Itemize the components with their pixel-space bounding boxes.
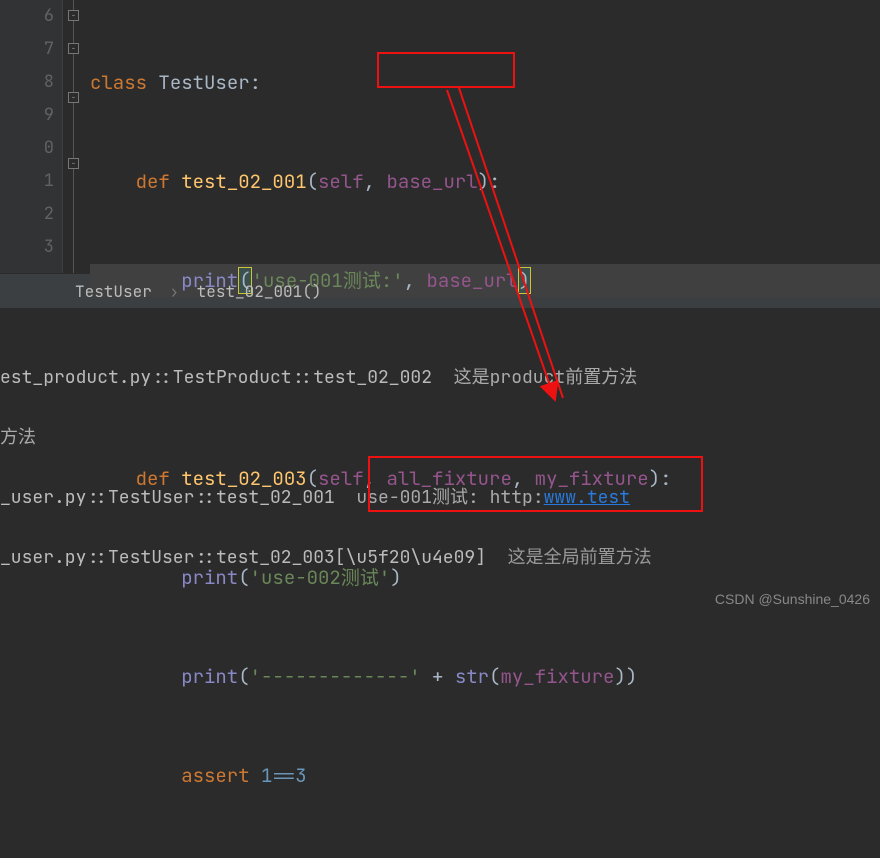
console-text: _user.py::TestUser::test_02_003[\u5f20\u… xyxy=(0,546,486,569)
fold-handle-icon[interactable]: - xyxy=(68,43,79,54)
fold-handle-icon[interactable]: - xyxy=(68,92,79,103)
breadcrumb-item[interactable]: test_02_001() xyxy=(197,281,322,302)
fold-handle-icon[interactable]: - xyxy=(68,158,79,169)
console-text: est_product.py::TestProduct::test_02_002 xyxy=(0,366,432,389)
console-text: 这是全局前置方法 xyxy=(486,546,652,569)
console-text: _user.py::TestUser::test_02_001 xyxy=(0,486,335,509)
fold-handle-icon[interactable]: - xyxy=(68,10,79,21)
line-number-gutter: 6 7 8 9 0 1 2 3 xyxy=(0,0,62,273)
line-number: 2 xyxy=(44,203,54,225)
console-text: use-001测试: http: xyxy=(356,486,543,509)
code-area[interactable]: class TestUser: def test_02_001(self, ba… xyxy=(90,0,880,273)
line-number: 8 xyxy=(44,71,54,93)
console-text: 这是product前置方法 xyxy=(432,366,637,389)
breadcrumb-item[interactable]: TestUser xyxy=(75,281,152,302)
line-number: 0 xyxy=(44,137,54,159)
line-number: 3 xyxy=(44,236,54,258)
line-number: 1 xyxy=(44,170,54,192)
line-number: 9 xyxy=(44,104,54,126)
watermark: CSDN @Sunshine_0426 xyxy=(715,591,870,607)
console-link[interactable]: www.test xyxy=(544,486,630,509)
console-text: 方法 xyxy=(0,426,36,449)
code-editor[interactable]: 6 7 8 9 0 1 2 3 - - - - class TestUser: … xyxy=(0,0,880,273)
fold-column: - - - - xyxy=(62,0,90,273)
chevron-right-icon: › xyxy=(169,281,179,302)
line-number: 7 xyxy=(44,38,54,60)
line-number: 6 xyxy=(44,5,54,27)
